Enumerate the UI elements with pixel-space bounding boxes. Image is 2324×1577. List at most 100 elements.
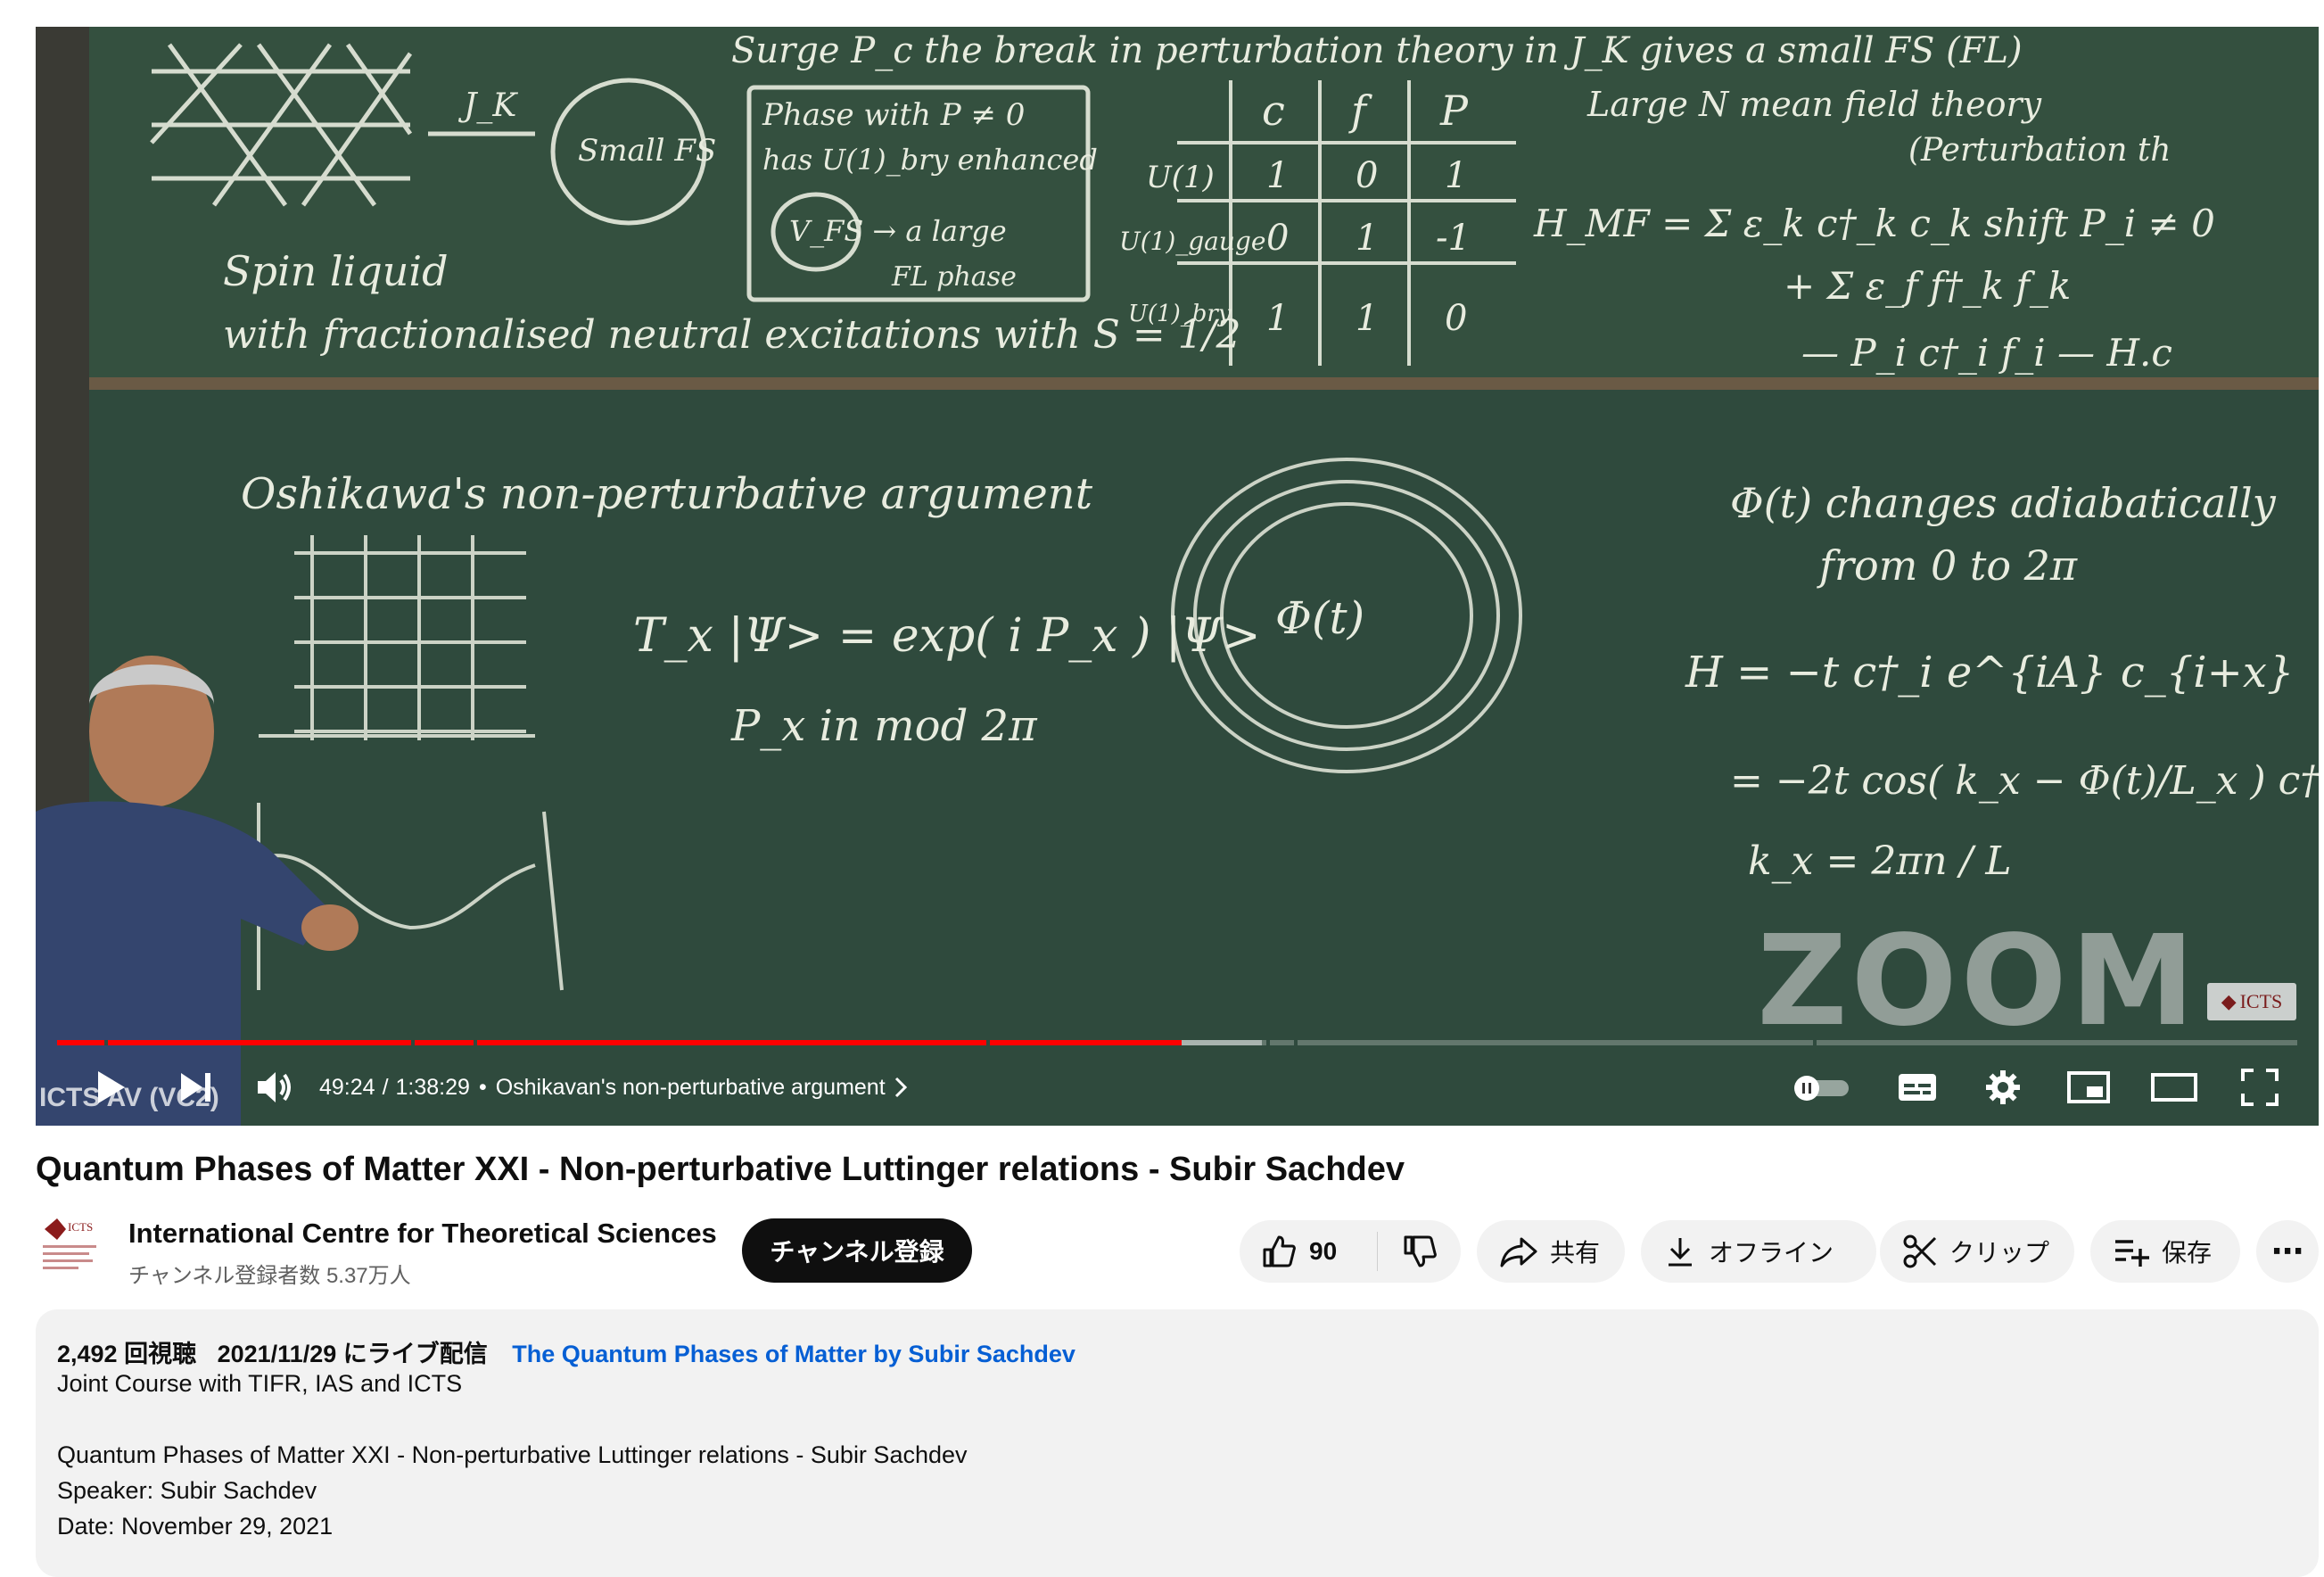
subscribe-button[interactable]: チャンネル登録	[742, 1218, 972, 1283]
table-cell: 1	[1445, 155, 1467, 196]
captions-button[interactable]	[1882, 1049, 1953, 1126]
settings-gear-icon	[1986, 1070, 2020, 1104]
board-hmf-3: — P_i c†_i f_i — H.c	[1801, 331, 2172, 375]
channel-name[interactable]: International Centre for Theoretical Sci…	[128, 1218, 717, 1250]
chapter-marker	[1266, 1040, 1271, 1045]
time-display: 49:24 / 1:38:29 • Oshikavan's non-pertur…	[319, 1049, 907, 1126]
table-cell: 1	[1266, 155, 1289, 196]
captions-icon	[1899, 1074, 1936, 1101]
table-cell: 1	[1266, 298, 1289, 339]
like-dislike-group: 90	[1240, 1220, 1461, 1283]
download-icon	[1669, 1238, 1692, 1267]
board-phase-box-4: FL phase	[891, 261, 1017, 293]
description-meta: 2,492 回視聴 2021/11/29 にライブ配信 The Quantum …	[57, 1334, 1075, 1369]
table-row-label: U(1)_bry	[1128, 301, 1232, 327]
theater-mode-icon	[2151, 1073, 2197, 1102]
description-line: Date: November 29, 2021	[57, 1513, 334, 1540]
share-button[interactable]: 共有	[1477, 1220, 1625, 1283]
more-actions-button[interactable]: ⋯	[2256, 1220, 2319, 1283]
clip-button[interactable]: クリップ	[1880, 1220, 2074, 1283]
table-cell: -1	[1436, 218, 1471, 259]
chapter-button[interactable]: Oshikavan's non-perturbative argument	[496, 1075, 907, 1101]
channel-logo-text: ICTS	[68, 1220, 93, 1234]
table-row-label: U(1)	[1146, 160, 1215, 195]
dislike-button[interactable]	[1378, 1220, 1461, 1283]
board-top-text: Surge P_c the break in perturbation theo…	[731, 30, 2023, 71]
miniplayer-icon	[2067, 1071, 2110, 1103]
board-flux-label: Φ(t)	[1275, 592, 1364, 644]
chevron-right-icon	[894, 1077, 907, 1098]
table-header-c: c	[1262, 87, 1285, 135]
board-small-fs: Small FS	[578, 133, 716, 169]
board-phase-box-1: Phase with P ≠ 0	[762, 97, 1025, 133]
progress-played	[57, 1040, 1183, 1045]
like-button[interactable]: 90	[1240, 1220, 1377, 1283]
like-count: 90	[1309, 1237, 1338, 1265]
channel-avatar[interactable]: ICTS	[36, 1213, 103, 1281]
chapter-marker	[1813, 1040, 1817, 1045]
duration: 1:38:29	[395, 1074, 470, 1100]
board-hmf-1: H_MF = Σ ε_k c†_k c_k shift P_i ≠ 0	[1533, 202, 2215, 245]
board-cos-eq: = −2t cos( k_x − Φ(t)/L_x ) c†_k c_k	[1730, 758, 2319, 804]
playlist-add-icon	[2115, 1240, 2149, 1267]
settings-button[interactable]	[1967, 1049, 2039, 1126]
miniplayer-button[interactable]	[2053, 1049, 2124, 1126]
autoplay-toggle[interactable]	[1785, 1049, 1857, 1126]
chapter-marker	[410, 1040, 415, 1045]
board-px-eq: P_x in mod 2π	[730, 701, 1038, 751]
board-jk-label: J_K	[457, 87, 518, 124]
time-separator: /	[382, 1074, 389, 1100]
chapter-marker	[986, 1040, 991, 1045]
chapter-marker	[474, 1040, 478, 1045]
thumbs-up-icon	[1263, 1235, 1296, 1267]
thumbs-down-icon	[1404, 1235, 1437, 1267]
volume-icon	[258, 1072, 291, 1102]
board-h-eq: H = −t c†_i e^{iA} c_{i+x}	[1685, 648, 2294, 698]
icts-watermark-text: ICTS	[2239, 990, 2283, 1012]
icts-logo-icon: ICTS	[36, 1213, 103, 1281]
board-phase-box-2: has U(1)_bry enhanced	[762, 143, 1098, 177]
board-tx-eq: T_x |Ψ> = exp( i P_x ) |Ψ>	[633, 609, 1261, 663]
chapter-marker	[1293, 1040, 1298, 1045]
save-label: 保存	[2162, 1239, 2213, 1267]
table-cell: 1	[1356, 218, 1378, 259]
description-line: Joint Course with TIFR, IAS and ICTS	[57, 1370, 463, 1397]
chapter-marker	[103, 1040, 108, 1045]
video-title: Quantum Phases of Matter XXI - Non-pertu…	[36, 1151, 1405, 1188]
table-cell: 1	[1356, 298, 1378, 339]
icts-watermark: ◆ ICTS	[2207, 983, 2296, 1020]
save-button[interactable]: 保存	[2090, 1220, 2240, 1283]
download-label: オフライン	[1709, 1239, 1834, 1267]
description-line: Quantum Phases of Matter XXI - Non-pertu…	[57, 1441, 968, 1468]
description-box[interactable]: 2,492 回視聴 2021/11/29 にライブ配信 The Quantum …	[36, 1309, 2319, 1577]
chapter-dot: •	[478, 1074, 487, 1100]
table-cell: 0	[1266, 218, 1289, 259]
board-flux-note-1: Φ(t) changes adiabatically	[1730, 479, 2277, 527]
share-label: 共有	[1550, 1239, 1601, 1267]
download-button[interactable]: オフライン	[1641, 1220, 1876, 1283]
table-row-label: U(1)_gauge	[1119, 227, 1265, 256]
table-header-p: P	[1439, 87, 1469, 135]
clip-label: クリップ	[1949, 1239, 2050, 1267]
board-flux-note-2: from 0 to 2π	[1817, 541, 2078, 590]
fullscreen-icon	[2241, 1069, 2279, 1106]
chapter-title: Oshikavan's non-perturbative argument	[495, 1074, 886, 1100]
table-cell: 0	[1356, 155, 1378, 196]
board-oshikawa-title: Oshikawa's non-perturbative argument	[241, 469, 1093, 519]
theater-mode-button[interactable]	[2139, 1049, 2210, 1126]
share-icon	[1500, 1237, 1537, 1267]
view-count: 2,492 回視聴	[57, 1341, 197, 1367]
current-time: 49:24	[319, 1074, 375, 1100]
fullscreen-button[interactable]	[2224, 1049, 2295, 1126]
playlist-link[interactable]: The Quantum Phases of Matter by Subir Sa…	[512, 1341, 1075, 1367]
board-hmf-2: + Σ ε_f f†_k f_k	[1784, 264, 2071, 308]
video-player[interactable]: J_K Small FS Spin liquid with fractional…	[36, 27, 2319, 1126]
volume-button[interactable]	[243, 1049, 306, 1126]
video-overlay-text: ICTS AV (VC2)	[39, 1083, 219, 1112]
board-k-eq: k_x = 2πn / L	[1748, 838, 2012, 884]
board-spin-liquid-2: with fractionalised neutral excitations …	[223, 312, 1241, 358]
more-icon: ⋯	[2271, 1233, 2303, 1269]
subscriber-count: チャンネル登録者数 5.37万人	[128, 1264, 411, 1288]
progress-bar[interactable]	[57, 1040, 2297, 1045]
publish-date: 2021/11/29 にライブ配信	[217, 1341, 488, 1367]
